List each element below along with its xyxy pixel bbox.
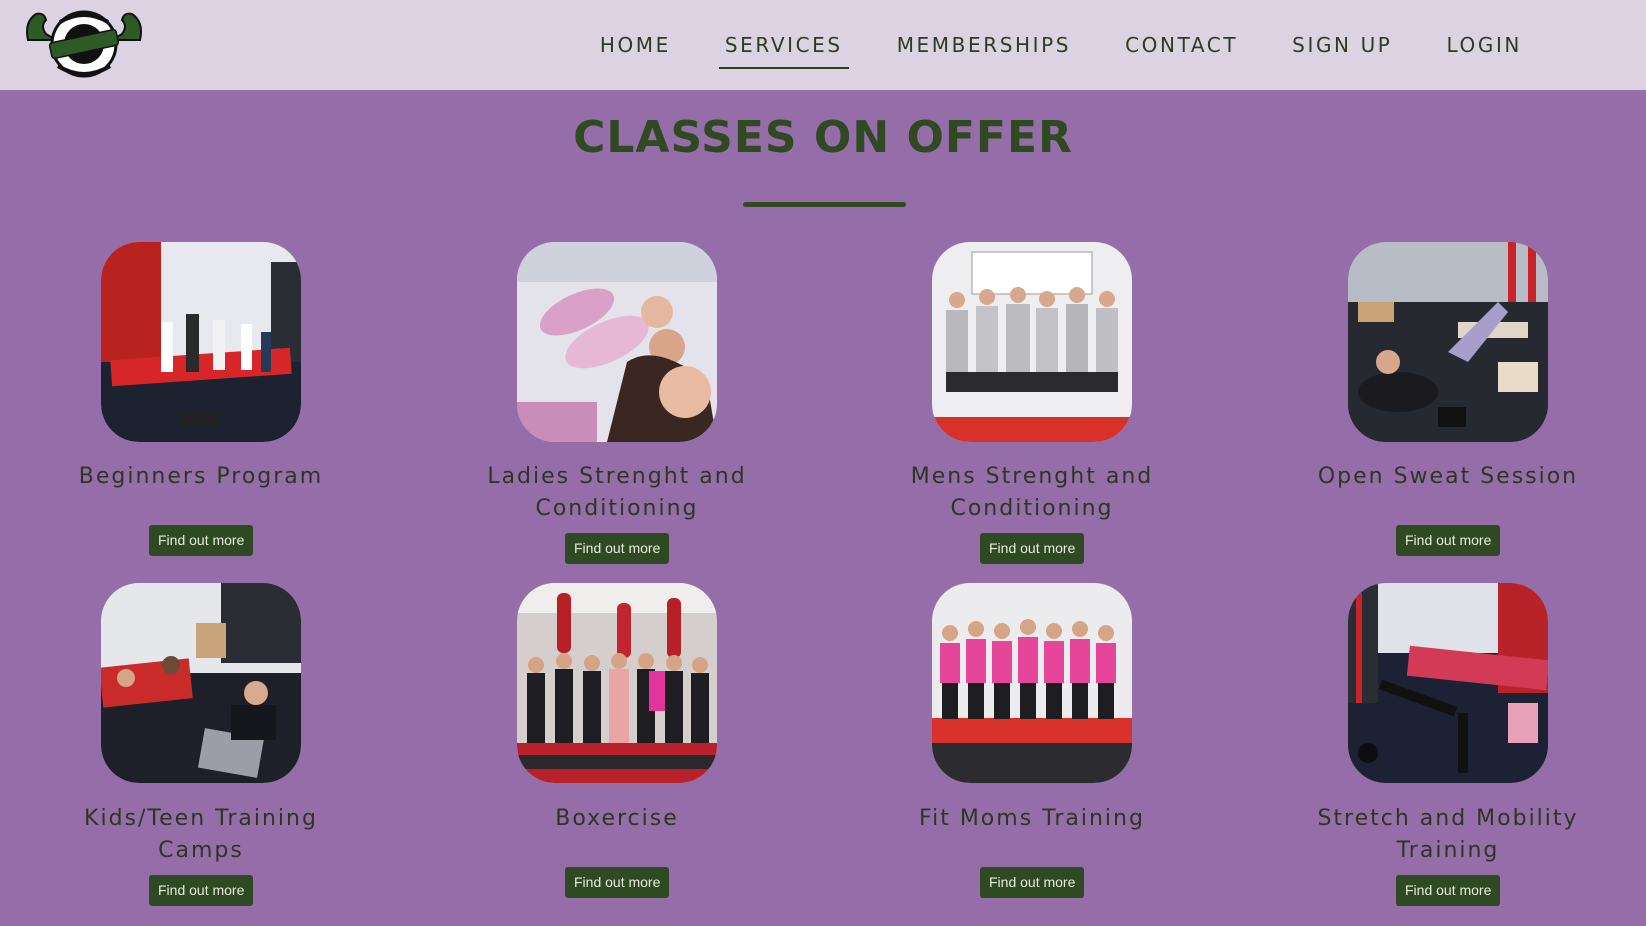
nav-contact[interactable]: CONTACT [1117, 21, 1246, 69]
nav-login[interactable]: LOGIN [1438, 21, 1530, 69]
class-title-boxercise: Boxercise [555, 806, 679, 831]
class-photo-open-sweat[interactable] [1348, 242, 1548, 442]
class-title-kids-teen: Kids/Teen Training Camps [84, 806, 318, 863]
find-out-more-mens-button[interactable]: Find out more [980, 533, 1085, 564]
site-header: HOME SERVICES MEMBERSHIPS CONTACT SIGN U… [0, 0, 1646, 90]
page-title: CLASSES ON OFFER [573, 112, 1073, 163]
class-title-beginners: Beginners Program [78, 464, 324, 489]
class-photo-stretch-mobility[interactable] [1348, 583, 1548, 783]
find-out-more-ladies-button[interactable]: Find out more [565, 533, 670, 564]
class-title-open-sweat: Open Sweat Session [1317, 464, 1579, 489]
class-title-stretch-mobility: Stretch and Mobility Training [1317, 806, 1579, 863]
find-out-more-boxercise-button[interactable]: Find out more [565, 867, 670, 898]
class-photo-fit-moms[interactable] [932, 583, 1132, 783]
main-nav: HOME SERVICES MEMBERSHIPS CONTACT SIGN U… [592, 0, 1646, 90]
nav-services[interactable]: SERVICES [717, 21, 851, 69]
find-out-more-beginners-button[interactable]: Find out more [149, 525, 254, 556]
nav-home[interactable]: HOME [592, 21, 679, 69]
class-title-mens: Mens Strenght and Conditioning [910, 464, 1154, 521]
find-out-more-open-sweat-button[interactable]: Find out more [1396, 525, 1501, 556]
class-title-ladies: Ladies Strenght and Conditioning [487, 464, 747, 521]
nav-memberships[interactable]: MEMBERSHIPS [889, 21, 1079, 69]
title-divider [743, 202, 906, 207]
find-out-more-fit-moms-button[interactable]: Find out more [980, 867, 1085, 898]
class-title-fit-moms: Fit Moms Training [919, 806, 1145, 831]
nav-sign-up[interactable]: SIGN UP [1284, 21, 1400, 69]
find-out-more-stretch-mobility-button[interactable]: Find out more [1396, 875, 1501, 906]
class-photo-ladies[interactable] [517, 242, 717, 442]
logo-emblem[interactable] [22, 4, 146, 80]
class-photo-beginners[interactable] [101, 242, 301, 442]
class-photo-kids-teen[interactable] [101, 583, 301, 783]
class-photo-mens[interactable] [932, 242, 1132, 442]
find-out-more-kids-teen-button[interactable]: Find out more [149, 875, 254, 906]
class-photo-boxercise[interactable] [517, 583, 717, 783]
